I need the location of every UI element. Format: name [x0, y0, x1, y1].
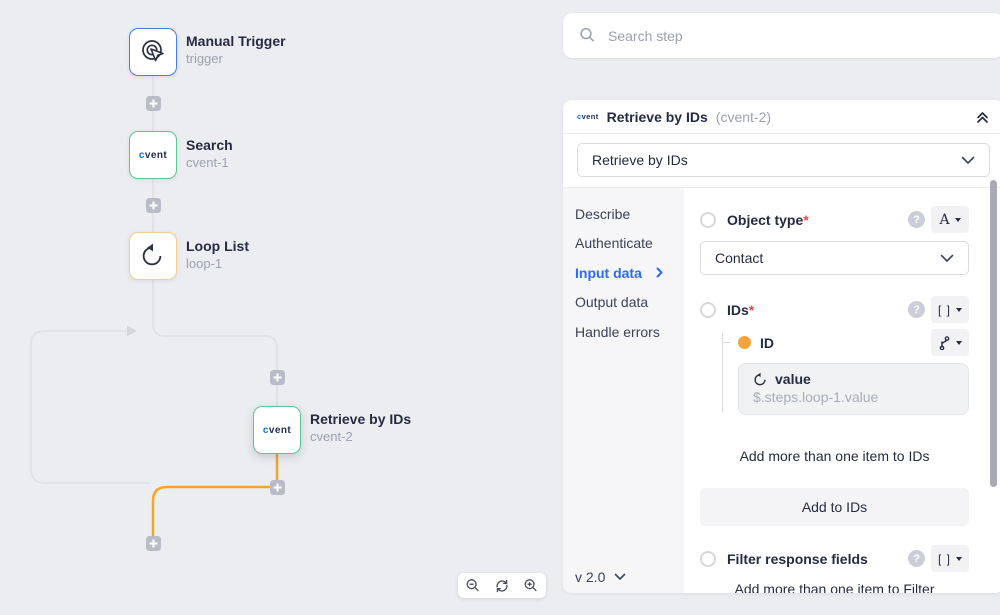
ids-radio[interactable] — [700, 302, 716, 318]
branch-icon — [938, 336, 951, 350]
mapped-value-name: value — [775, 371, 811, 387]
caret-down-icon — [956, 557, 962, 561]
loop-icon — [139, 242, 167, 270]
field-object-type: Object type* ? A — [700, 206, 969, 233]
version-label: v 2.0 — [575, 569, 605, 585]
help-icon[interactable]: ? — [908, 211, 925, 228]
node-subtitle: cvent-2 — [310, 429, 411, 444]
tab-describe[interactable]: Describe — [563, 199, 684, 229]
add-step-button[interactable] — [270, 370, 285, 385]
workflow-canvas[interactable]: Manual Trigger trigger cvent Search cven… — [0, 0, 563, 615]
required-asterisk: * — [803, 212, 808, 228]
tab-output-data[interactable]: Output data — [563, 288, 684, 318]
collapse-panel-icon[interactable] — [975, 110, 990, 124]
step-id: (cvent-2) — [716, 109, 771, 125]
ids-label: IDs* — [727, 302, 754, 318]
add-to-ids-button[interactable]: Add to IDs — [700, 488, 969, 526]
step-panel-header: cvent Retrieve by IDs (cvent-2) — [563, 100, 1000, 134]
step-search-bar — [563, 13, 1000, 58]
reset-view-icon[interactable] — [490, 574, 514, 597]
caret-down-icon — [956, 308, 962, 312]
type-badge-string[interactable]: A — [931, 206, 969, 233]
field-ids: IDs* ? [ ] — [700, 296, 969, 323]
node-search[interactable]: cvent — [129, 131, 177, 179]
chevron-down-icon — [614, 573, 626, 581]
search-step-input[interactable] — [608, 28, 988, 44]
workflow-builder-app: { "colors": { "canvas_bg": "#ecedf0", "a… — [0, 0, 1000, 615]
node-title: Manual Trigger — [186, 33, 286, 49]
node-title: Search — [186, 137, 233, 153]
add-step-button[interactable] — [146, 96, 161, 111]
cvent-logo: cvent — [139, 150, 167, 161]
required-asterisk: * — [749, 302, 754, 318]
tree-tick — [722, 342, 730, 343]
ids-add-hint: Add more than one item to IDs — [700, 448, 969, 464]
filter-label: Filter response fields — [727, 551, 868, 567]
node-label: Search cvent-1 — [186, 137, 233, 170]
caret-down-icon — [955, 218, 961, 222]
object-type-value: Contact — [715, 250, 763, 266]
tab-input-data[interactable]: Input data — [563, 258, 684, 288]
chevron-right-icon — [656, 267, 663, 278]
add-step-button[interactable] — [146, 536, 161, 551]
operation-row: Retrieve by IDs — [563, 134, 1000, 187]
filter-add-hint: Add more than one item to Filter — [700, 581, 969, 593]
help-icon[interactable]: ? — [908, 301, 925, 318]
object-type-label: Object type* — [727, 212, 809, 228]
filter-radio[interactable] — [700, 551, 716, 567]
caret-down-icon — [956, 341, 962, 345]
object-type-select[interactable]: Contact — [700, 241, 969, 275]
node-label: Loop List loop-1 — [186, 238, 249, 271]
node-label: Retrieve by IDs cvent-2 — [310, 411, 411, 444]
add-step-button[interactable] — [146, 198, 161, 213]
node-loop-list[interactable] — [129, 232, 177, 280]
panel-scrollbar-thumb[interactable] — [990, 180, 997, 487]
search-icon — [579, 27, 596, 44]
chevron-down-icon — [940, 254, 954, 263]
tab-authenticate[interactable]: Authenticate — [563, 229, 684, 259]
operation-select[interactable]: Retrieve by IDs — [577, 143, 990, 177]
field-filter-response: Filter response fields ? [ ] — [700, 545, 969, 572]
node-subtitle: cvent-1 — [186, 155, 233, 170]
step-panel-body: Describe Authenticate Input data Output … — [563, 187, 1000, 593]
step-config-panel: cvent Retrieve by IDs (cvent-2) Retrieve… — [563, 100, 1000, 593]
ids-item-group: ID value $.steps.loop-1.value — [700, 329, 969, 415]
add-step-button[interactable] — [270, 480, 285, 495]
node-subtitle: trigger — [186, 51, 286, 66]
mapped-value-path: $.steps.loop-1.value — [753, 389, 954, 405]
version-selector[interactable]: v 2.0 — [575, 569, 626, 585]
operation-value: Retrieve by IDs — [592, 152, 688, 168]
help-icon[interactable]: ? — [908, 550, 925, 567]
workflow-connectors — [0, 0, 563, 615]
mapped-value-chip[interactable]: value $.steps.loop-1.value — [738, 363, 969, 415]
input-data-form: Object type* ? A Contact IDs* ? [ ] — [684, 188, 985, 593]
loop-icon — [753, 372, 768, 387]
node-label: Manual Trigger trigger — [186, 33, 286, 66]
tab-handle-errors[interactable]: Handle errors — [563, 317, 684, 347]
step-title: Retrieve by IDs — [607, 109, 708, 125]
manual-trigger-icon — [137, 36, 169, 68]
chevron-down-icon — [961, 156, 975, 165]
node-title: Loop List — [186, 238, 249, 254]
node-title: Retrieve by IDs — [310, 411, 411, 427]
zoom-out-button[interactable] — [461, 574, 485, 597]
type-badge-array[interactable]: [ ] — [931, 545, 969, 572]
node-retrieve-by-ids[interactable]: cvent — [253, 406, 301, 454]
mapped-value-dot — [738, 336, 751, 349]
type-badge-array[interactable]: [ ] — [931, 296, 969, 323]
cvent-logo-small: cvent — [577, 112, 599, 121]
cvent-logo: cvent — [263, 425, 291, 436]
ids-item-label: ID — [760, 335, 774, 351]
object-type-radio[interactable] — [700, 212, 716, 228]
canvas-zoom-controls — [458, 573, 546, 598]
mapping-badge[interactable] — [931, 329, 969, 356]
zoom-in-button[interactable] — [519, 574, 543, 597]
ids-item-row: ID — [722, 329, 969, 356]
step-panel-nav: Describe Authenticate Input data Output … — [563, 188, 684, 593]
node-manual-trigger[interactable] — [129, 28, 177, 76]
node-subtitle: loop-1 — [186, 256, 249, 271]
